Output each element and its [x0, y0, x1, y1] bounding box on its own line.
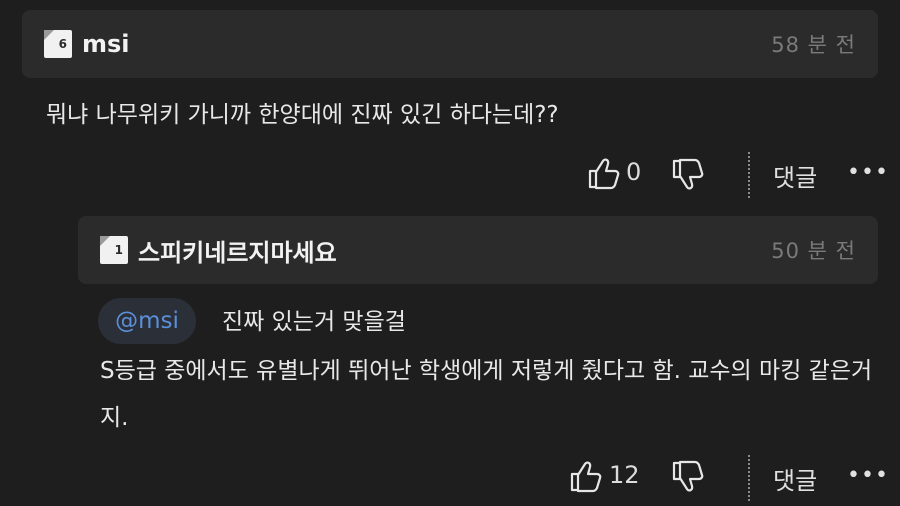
level-badge-icon: 6 — [44, 30, 72, 58]
timestamp: 50 분 전 — [771, 239, 856, 263]
thumbs-down-icon[interactable] — [671, 460, 705, 494]
divider — [748, 152, 750, 198]
reply-first-line: 진짜 있는거 맞을걸 — [222, 309, 406, 335]
divider — [748, 455, 750, 501]
reply-button[interactable]: 댓글 — [773, 461, 817, 496]
more-icon[interactable]: ••• — [847, 463, 889, 488]
timestamp: 58 분 전 — [771, 33, 856, 57]
comment-header: 6 msi 58 분 전 — [22, 10, 878, 78]
like-count: 12 — [609, 461, 640, 489]
like-count: 0 — [626, 158, 642, 186]
comment-text: 뭐냐 나무위키 가니까 한양대에 진짜 있긴 하다는데?? — [46, 102, 559, 128]
username[interactable]: 스피키네르지마세요 — [138, 233, 337, 268]
thumbs-down-icon[interactable] — [671, 158, 705, 192]
username[interactable]: msi — [82, 30, 130, 58]
mention-tag[interactable]: @msi — [98, 298, 196, 344]
reply-text: S등급 중에서도 유별나게 뛰어난 학생에게 저렇게 줬다고 함. 교수의 마킹… — [100, 358, 873, 431]
thumbs-up-icon[interactable] — [569, 459, 603, 493]
reply-button[interactable]: 댓글 — [773, 158, 817, 193]
reply-header: 1 스피키네르지마세요 50 분 전 — [78, 216, 878, 284]
level-badge-icon: 1 — [100, 236, 128, 264]
more-icon[interactable]: ••• — [847, 160, 889, 185]
thumbs-up-icon[interactable] — [587, 156, 621, 190]
